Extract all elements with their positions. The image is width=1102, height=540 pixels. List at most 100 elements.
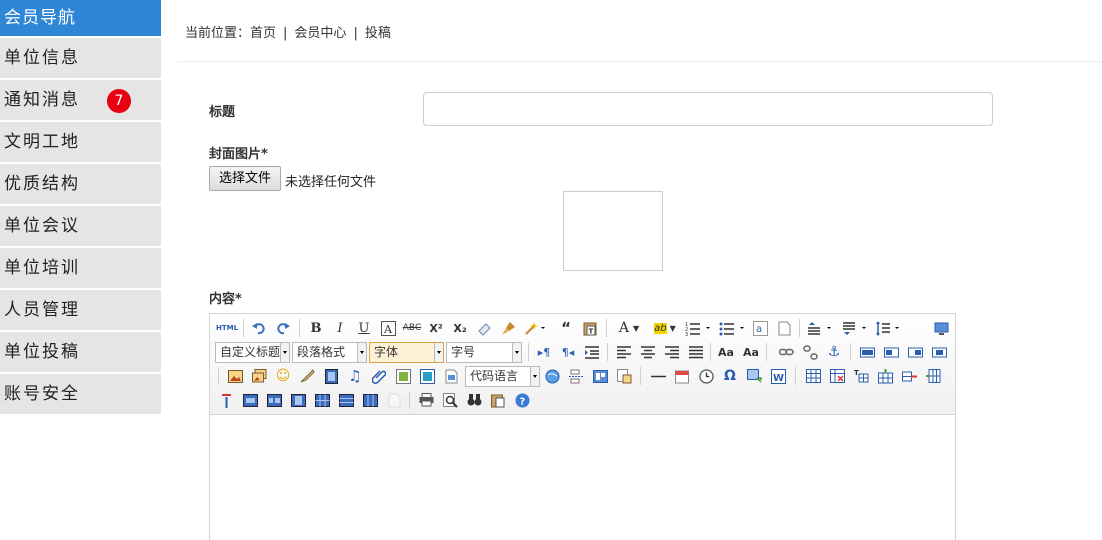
paste-plain-icon[interactable]: T [581,319,599,337]
gallery-icon[interactable] [394,367,412,385]
unordered-list-icon[interactable] [718,319,748,337]
link-icon[interactable] [777,343,795,361]
align-center-icon[interactable] [639,343,657,361]
merge-cells-icon[interactable] [241,391,259,409]
ltr-direction-icon[interactable]: ▸¶ [535,343,553,361]
superscript-icon[interactable]: X² [427,319,445,337]
merge-down-icon[interactable] [289,391,307,409]
drafts-icon[interactable] [489,391,507,409]
align-justify-icon[interactable] [687,343,705,361]
font-family-select[interactable]: 字体 [369,342,444,363]
insert-paragraph-before-table-icon[interactable]: T [852,367,870,385]
row-spacing-bottom-icon[interactable] [842,319,870,337]
ordered-list-icon[interactable]: 123 [684,319,714,337]
split-to-rows-icon[interactable] [337,391,355,409]
sidebar-item-personnel[interactable]: 人员管理 [0,290,161,330]
editor-content-area[interactable] [210,416,955,540]
image-left-icon[interactable] [882,343,900,361]
sidebar-item-unit-meeting[interactable]: 单位会议 [0,206,161,246]
subscript-icon[interactable]: X₂ [451,319,469,337]
redo-icon[interactable] [274,319,292,337]
sidebar-item-account-security[interactable]: 账号安全 [0,374,161,414]
cover-image-preview [563,191,663,271]
underline-icon[interactable]: U [355,319,373,337]
split-to-cells-icon[interactable] [313,391,331,409]
custom-title-select[interactable]: 自定义标题 [215,342,290,363]
image-center-icon[interactable] [930,343,948,361]
delete-row-icon[interactable] [900,367,918,385]
sidebar-item-unit-info[interactable]: 单位信息 [0,38,161,78]
preview-icon[interactable] [441,391,459,409]
insert-row-icon[interactable] [876,367,894,385]
insert-column-icon[interactable] [924,367,942,385]
sidebar-item-civilized-site[interactable]: 文明工地 [0,122,161,162]
blockquote-icon[interactable]: “ [557,319,575,337]
lowercase-icon[interactable]: Aa [742,343,760,361]
unlink-icon[interactable] [801,343,819,361]
search-replace-icon[interactable] [465,391,483,409]
fullscreen-icon[interactable] [932,319,950,337]
line-height-icon[interactable] [875,319,903,337]
background-icon[interactable] [591,367,609,385]
time-icon[interactable] [697,367,715,385]
insert-image-icon[interactable] [226,367,244,385]
auto-typeset-icon[interactable] [523,319,547,337]
sidebar-item-unit-submission[interactable]: 单位投稿 [0,332,161,372]
strikethrough-icon[interactable]: ABC [403,319,421,337]
word-import-icon[interactable]: W [769,367,787,385]
page-break-icon[interactable] [775,319,793,337]
sidebar-item-quality-structure[interactable]: 优质结构 [0,164,161,204]
row-spacing-top-icon[interactable] [807,319,835,337]
multi-image-icon[interactable] [250,367,268,385]
code-language-select[interactable]: 代码语言 [465,366,540,387]
image-right-icon[interactable] [906,343,924,361]
template-icon[interactable] [442,367,460,385]
bold-icon[interactable]: B [307,319,325,337]
undo-icon[interactable] [250,319,268,337]
font-border-icon[interactable]: A [379,319,397,337]
rtl-direction-icon[interactable]: ¶◂ [559,343,577,361]
insert-table-icon[interactable] [804,367,822,385]
breadcrumb-home-link[interactable]: 首页 [250,22,276,41]
word-image-icon[interactable] [615,367,633,385]
italic-icon[interactable]: I [331,319,349,337]
align-right-icon[interactable] [663,343,681,361]
font-color-icon[interactable]: A ▼ [614,319,644,337]
delete-table-icon[interactable] [828,367,846,385]
page-break-icon-2[interactable] [567,367,585,385]
image-none-icon[interactable] [858,343,876,361]
html-source-button[interactable]: HTML [216,319,238,337]
font-size-select[interactable]: 字号 [446,342,522,363]
special-chars-icon[interactable]: Ω [721,367,739,385]
merge-right-icon[interactable] [265,391,283,409]
print-icon[interactable] [417,391,435,409]
background-color-icon[interactable]: ab ▼ [650,319,680,337]
paragraph-format-select[interactable]: 段落格式 [292,342,367,363]
indent-icon[interactable] [583,343,601,361]
scrawl-icon[interactable] [298,367,316,385]
sidebar-item-unit-training[interactable]: 单位培训 [0,248,161,288]
anchor-icon[interactable]: ⚓ [825,343,843,361]
horizontal-rule-icon[interactable] [649,367,667,385]
eraser-icon[interactable] [475,319,493,337]
choose-file-button[interactable]: 选择文件 [209,166,281,191]
map-icon[interactable] [543,367,561,385]
sidebar-item-notifications[interactable]: 通知消息 7 [0,80,161,120]
insert-video-icon[interactable] [322,367,340,385]
split-to-cols-icon[interactable] [361,391,379,409]
music-icon[interactable]: ♫ [346,367,364,385]
help-icon[interactable]: ? [513,391,531,409]
insert-frame-icon[interactable]: a [751,319,769,337]
delete-column-icon[interactable] [217,391,235,409]
title-input[interactable] [423,92,993,126]
insert-frame-icon-2[interactable] [418,367,436,385]
snap-screen-icon[interactable] [745,367,763,385]
uppercase-icon[interactable]: Aa [717,343,735,361]
emoticon-icon[interactable]: ☺ [274,367,292,385]
attachment-icon[interactable] [370,367,388,385]
align-left-icon[interactable] [615,343,633,361]
format-painter-icon[interactable] [499,319,517,337]
date-icon[interactable] [673,367,691,385]
breadcrumb-member-center-link[interactable]: 会员中心 [294,22,346,41]
chart-icon-disabled[interactable] [385,391,403,409]
